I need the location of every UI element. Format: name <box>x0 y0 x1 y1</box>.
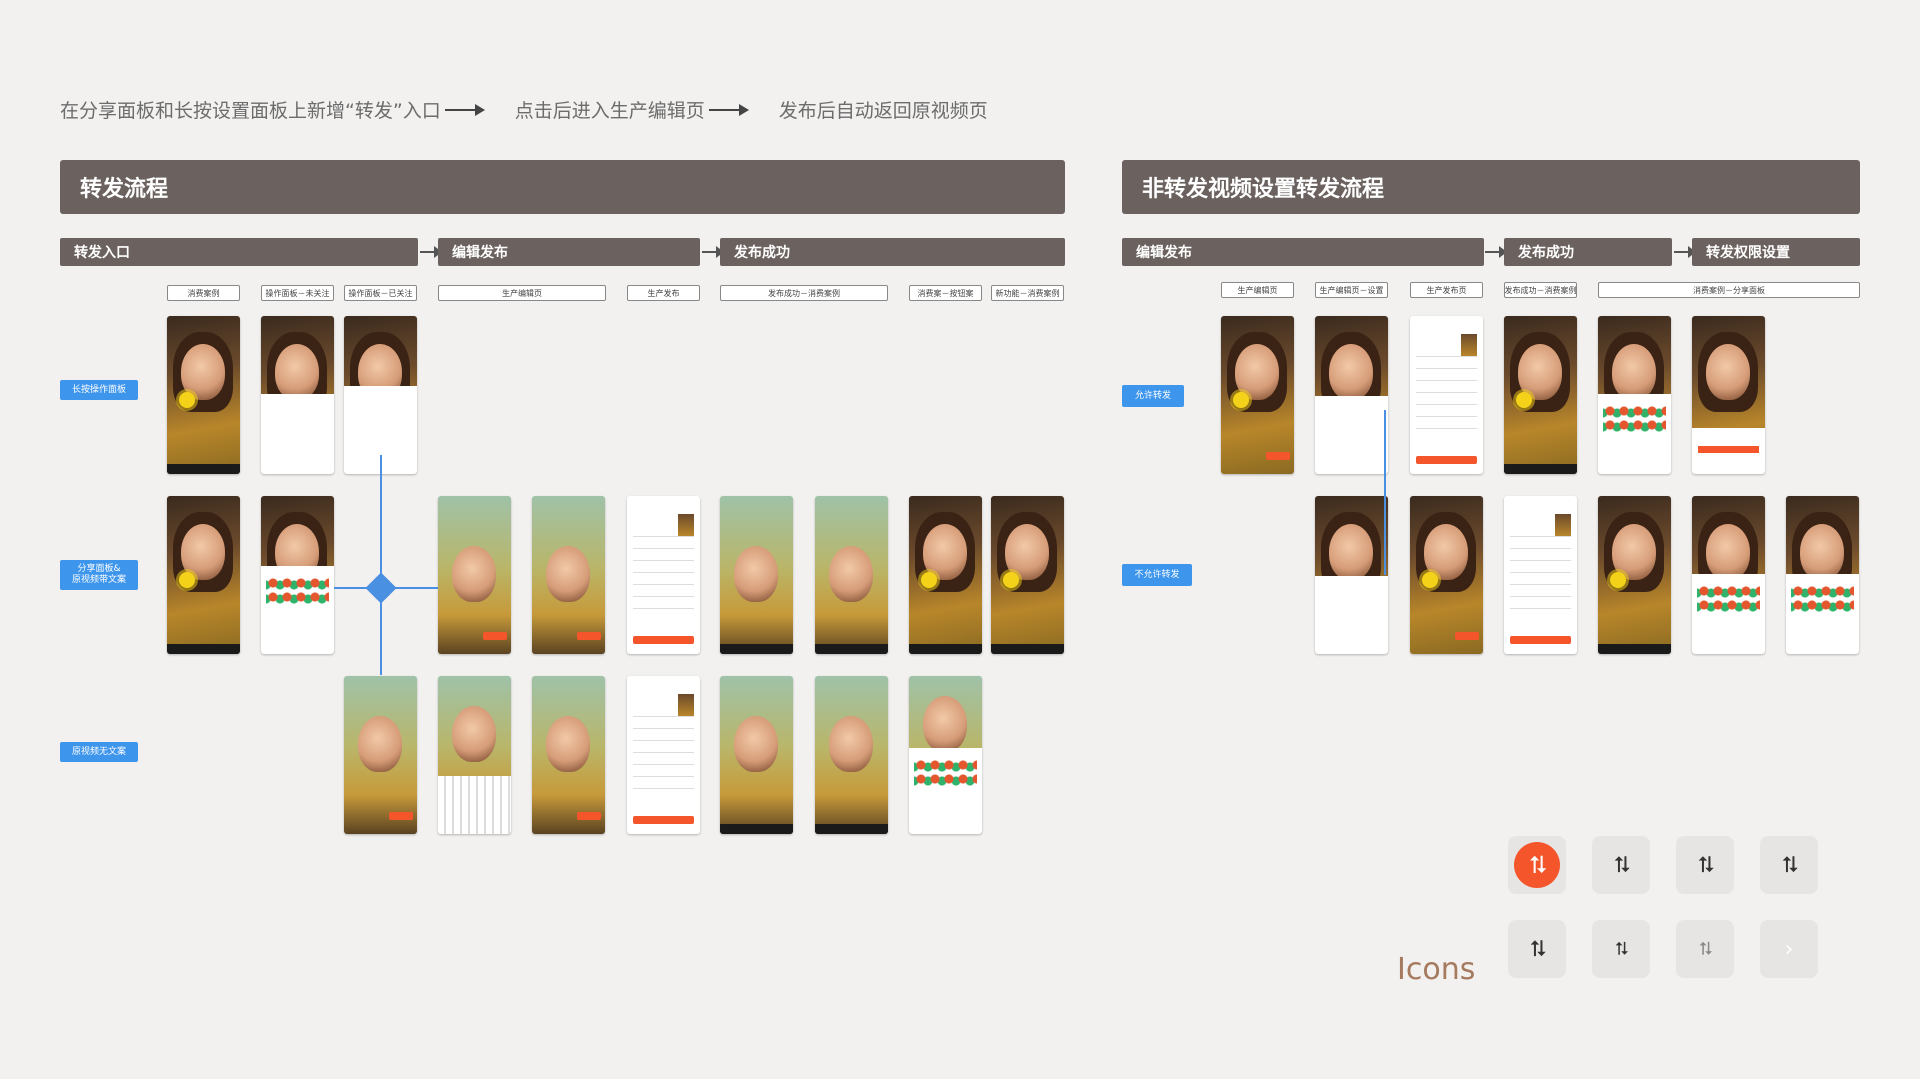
screen-success <box>720 676 793 834</box>
sublabel: 生产编辑页 <box>438 285 606 301</box>
screen-success <box>1598 496 1671 654</box>
phase-edit: 编辑发布 <box>1122 238 1484 266</box>
screen-publish <box>627 676 700 834</box>
sublabel: 操作面板－未关注 <box>261 285 334 301</box>
screen-menu-unfollowed <box>261 316 334 474</box>
screen-edit-keyboard <box>438 676 511 834</box>
screen-success <box>720 496 793 654</box>
flow-arrow-icon <box>444 103 485 117</box>
screen-menu-followed <box>344 316 417 474</box>
screen-publish <box>1410 316 1483 474</box>
row-label-disallow: 不允许转发 <box>1122 564 1192 586</box>
repost-icon[interactable]: ⮁ <box>1592 836 1650 894</box>
screen-edit-settings <box>1315 496 1388 654</box>
screen-edit <box>344 676 417 834</box>
sublabel: 发布成功－消费案例 <box>1504 282 1577 298</box>
connector <box>1384 410 1386 575</box>
screen-edit <box>438 496 511 654</box>
screen-publish <box>627 496 700 654</box>
repost-faint-icon[interactable]: ⮁ <box>1676 920 1734 978</box>
repost-outline-icon[interactable]: ⮁ <box>1760 836 1818 894</box>
row-label-no-caption: 原视频无文案 <box>60 742 138 762</box>
flow-arrow-icon <box>708 103 749 117</box>
sublabel: 发布成功－消费案例 <box>720 285 888 301</box>
screen-consume <box>909 496 982 654</box>
flow-step-3: 发布后自动返回原视频页 <box>778 100 988 122</box>
screen-publish <box>1504 496 1577 654</box>
screen-edit <box>1221 316 1294 474</box>
sublabel: 生产编辑页 <box>1221 282 1294 298</box>
phase-success: 发布成功 <box>720 238 1065 266</box>
chevron-right-icon[interactable]: › <box>1760 920 1818 978</box>
repost-small-icon[interactable]: ⮁ <box>1592 920 1650 978</box>
screen-edit <box>1410 496 1483 654</box>
screen-share-panel <box>1692 496 1765 654</box>
screen-share-panel <box>1598 316 1671 474</box>
sublabel: 生产发布页 <box>1410 282 1483 298</box>
sublabel: 新功能－消费案例 <box>991 285 1064 301</box>
screen-success <box>1504 316 1577 474</box>
phase-permission: 转发权限设置 <box>1692 238 1860 266</box>
screen-share-panel <box>1786 496 1859 654</box>
sublabel: 消费案例－分享面板 <box>1598 282 1860 298</box>
sublabel: 操作面板－已关注 <box>344 285 417 301</box>
phase-entry: 转发入口 <box>60 238 418 266</box>
flow-step-2: 点击后进入生产编辑页 <box>514 100 705 122</box>
phase-edit: 编辑发布 <box>438 238 700 266</box>
screen-edit-settings <box>1315 316 1388 474</box>
row-label-longpress: 长按操作面板 <box>60 380 138 400</box>
repost-badge-icon[interactable]: ⮁ <box>1508 920 1566 978</box>
phase-success: 发布成功 <box>1504 238 1672 266</box>
screen-edit <box>532 676 605 834</box>
row-label-allow: 允许转发 <box>1122 385 1184 407</box>
icons-title: Icons <box>1397 952 1476 987</box>
sublabel: 生产发布 <box>627 285 700 301</box>
repost-settings-icon[interactable]: ⮁ <box>1676 836 1734 894</box>
screen-share-panel <box>909 676 982 834</box>
screen-success <box>815 496 888 654</box>
screen-consume <box>167 496 240 654</box>
repost-filled-icon[interactable]: ⮁ <box>1508 836 1566 894</box>
screen-consume <box>991 496 1064 654</box>
connector <box>380 455 382 675</box>
left-panel-title: 转发流程 <box>60 160 1065 214</box>
sublabel: 消费案－按钮案 <box>909 285 982 301</box>
screen-edit <box>532 496 605 654</box>
connector <box>334 587 438 589</box>
sublabel: 消费案例 <box>167 285 240 301</box>
screen-success <box>815 676 888 834</box>
row-label-share: 分享面板& 原视频带文案 <box>60 560 138 590</box>
screen-consume <box>167 316 240 474</box>
screen-share-panel <box>261 496 334 654</box>
flow-step-1: 在分享面板和长按设置面板上新增“转发”入口 <box>60 100 441 122</box>
header-flow: 在分享面板和长按设置面板上新增“转发”入口 点击后进入生产编辑页 发布后自动返回… <box>60 96 1880 123</box>
right-panel-title: 非转发视频设置转发流程 <box>1122 160 1860 214</box>
sublabel: 生产编辑页－设置 <box>1315 282 1388 298</box>
screen-permission-dialog <box>1692 316 1765 474</box>
